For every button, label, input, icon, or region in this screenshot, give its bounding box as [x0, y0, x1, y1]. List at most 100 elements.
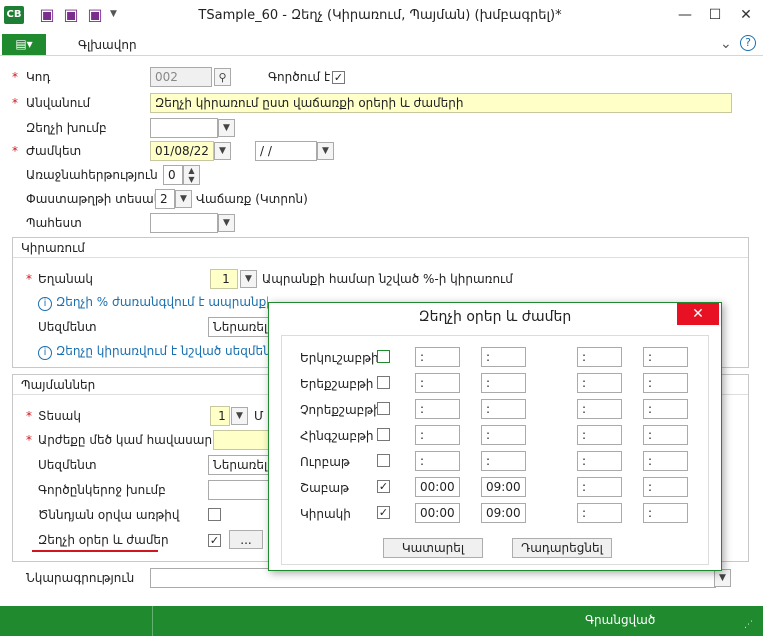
- minimize-button[interactable]: —: [670, 4, 700, 26]
- discount-group-dropdown[interactable]: ▼: [218, 119, 235, 137]
- time-to-1[interactable]: 09:00: [481, 503, 526, 523]
- period-to-field[interactable]: / /: [255, 141, 317, 161]
- day-checkbox-fri[interactable]: [377, 454, 390, 467]
- help-icon[interactable]: ?: [740, 35, 756, 51]
- required-marker: *: [26, 272, 32, 286]
- save-icon[interactable]: ▣: [38, 6, 56, 24]
- time-to-2[interactable]: :: [643, 373, 688, 393]
- info-icon: i: [38, 297, 52, 311]
- customize-quick-access-icon[interactable]: ▼: [110, 9, 117, 19]
- priority-stepper[interactable]: ▲ ▼: [183, 165, 200, 185]
- save-copy-icon[interactable]: ▣: [86, 6, 104, 24]
- days-hours-dialog: Զեղչի օրեր և ժամեր ✕ Երկուշաբթի : : : : …: [268, 302, 722, 571]
- time-from-2[interactable]: :: [577, 477, 622, 497]
- day-checkbox-thu[interactable]: [377, 428, 390, 441]
- method-field[interactable]: 1: [210, 269, 238, 289]
- dialog-ok-button[interactable]: Կատարել: [383, 538, 483, 558]
- time-to-1[interactable]: :: [481, 425, 526, 445]
- doc-type-field[interactable]: 2: [155, 189, 175, 209]
- app-logo: CB: [4, 6, 24, 24]
- method-label: Եղանակ: [38, 272, 93, 286]
- time-to-1[interactable]: :: [481, 373, 526, 393]
- day-checkbox-sat[interactable]: ✓: [377, 480, 390, 493]
- days-label-underline: [32, 550, 158, 552]
- time-from-1[interactable]: :: [415, 347, 460, 367]
- save-close-icon[interactable]: ▣: [62, 6, 80, 24]
- partners-label: Գործընկերոջ խումբ: [38, 483, 166, 497]
- day-label-sat: Շաբաթ: [300, 481, 349, 495]
- dialog-title: Զեղչի օրեր և ժամեր: [418, 309, 572, 325]
- discount-group-field[interactable]: [150, 118, 218, 138]
- segment-cond-field[interactable]: Ներառել: [208, 455, 270, 475]
- status-divider: [152, 606, 153, 636]
- day-checkbox-sun[interactable]: ✓: [377, 506, 390, 519]
- time-from-1[interactable]: :: [415, 451, 460, 471]
- day-label-thu: Հինգշաբթի: [300, 429, 374, 443]
- time-from-2[interactable]: :: [577, 451, 622, 471]
- dialog-close-button[interactable]: ✕: [677, 303, 719, 325]
- dialog-frame: [281, 335, 709, 565]
- partners-field[interactable]: [208, 480, 270, 500]
- maximize-button[interactable]: ☐: [700, 4, 730, 26]
- period-from-dropdown[interactable]: ▼: [214, 142, 231, 160]
- dialog-cancel-button[interactable]: Դադարեցնել: [512, 538, 612, 558]
- required-marker: *: [26, 433, 32, 447]
- time-to-1[interactable]: :: [481, 399, 526, 419]
- time-from-1[interactable]: :: [415, 425, 460, 445]
- method-dropdown[interactable]: ▼: [240, 270, 257, 288]
- value-field[interactable]: [213, 430, 269, 450]
- time-from-2[interactable]: :: [577, 425, 622, 445]
- time-to-1[interactable]: :: [481, 451, 526, 471]
- value-label: Արժեքը մեծ կամ հավասար է: [38, 433, 223, 447]
- day-checkbox-mon[interactable]: [377, 350, 390, 363]
- days-edit-button[interactable]: ...: [229, 530, 263, 549]
- period-from-field[interactable]: 01/08/22: [150, 141, 214, 161]
- warehouse-dropdown[interactable]: ▼: [218, 214, 235, 232]
- period-label: Ժամկետ: [26, 144, 82, 158]
- file-menu-button[interactable]: ▤▾: [2, 34, 46, 55]
- code-field[interactable]: 002: [150, 67, 212, 87]
- code-lookup-icon[interactable]: ⚲: [214, 68, 231, 86]
- close-window-button[interactable]: ✕: [731, 4, 761, 26]
- time-to-2[interactable]: :: [643, 425, 688, 445]
- time-to-1[interactable]: :: [481, 347, 526, 367]
- time-from-2[interactable]: :: [577, 373, 622, 393]
- time-from-1[interactable]: 00:00: [415, 503, 460, 523]
- time-from-2[interactable]: :: [577, 503, 622, 523]
- required-marker: *: [12, 144, 18, 158]
- doc-type-label: Փաստաթղթի տեսակ: [26, 192, 162, 206]
- active-checkbox[interactable]: ✓: [332, 71, 345, 84]
- method-desc: Ապրանքի համար նշված %-ի կիրառում: [262, 272, 513, 286]
- time-from-2[interactable]: :: [577, 347, 622, 367]
- time-from-2[interactable]: :: [577, 399, 622, 419]
- time-to-2[interactable]: :: [643, 503, 688, 523]
- description-dropdown[interactable]: ▼: [714, 569, 731, 587]
- type-label: Տեսակ: [38, 409, 81, 423]
- time-from-1[interactable]: :: [415, 373, 460, 393]
- type-dropdown[interactable]: ▼: [231, 407, 248, 425]
- required-marker: *: [26, 409, 32, 423]
- time-to-2[interactable]: :: [643, 347, 688, 367]
- type-field[interactable]: 1: [210, 406, 230, 426]
- tab-main[interactable]: Գլխավոր: [78, 38, 137, 52]
- period-to-dropdown[interactable]: ▼: [317, 142, 334, 160]
- doc-type-dropdown[interactable]: ▼: [175, 190, 192, 208]
- time-from-1[interactable]: 00:00: [415, 477, 460, 497]
- birthday-checkbox[interactable]: [208, 508, 221, 521]
- description-field[interactable]: [150, 568, 716, 588]
- name-field[interactable]: Զեղչի կիրառում ըստ վաճառքի օրերի և ժամեր…: [150, 93, 732, 113]
- warehouse-field[interactable]: [150, 213, 218, 233]
- collapse-ribbon-icon[interactable]: ⌄: [720, 36, 732, 52]
- time-to-1[interactable]: 09:00: [481, 477, 526, 497]
- time-from-1[interactable]: :: [415, 399, 460, 419]
- time-to-2[interactable]: :: [643, 451, 688, 471]
- day-checkbox-tue[interactable]: [377, 376, 390, 389]
- apply-group-title: Կիրառում: [13, 238, 748, 258]
- description-label: Նկարագրություն: [26, 571, 135, 585]
- day-checkbox-wed[interactable]: [377, 402, 390, 415]
- days-checkbox[interactable]: ✓: [208, 534, 221, 547]
- segment-apply-field[interactable]: Ներառել: [208, 317, 270, 337]
- time-to-2[interactable]: :: [643, 399, 688, 419]
- time-to-2[interactable]: :: [643, 477, 688, 497]
- priority-field[interactable]: 0: [163, 165, 183, 185]
